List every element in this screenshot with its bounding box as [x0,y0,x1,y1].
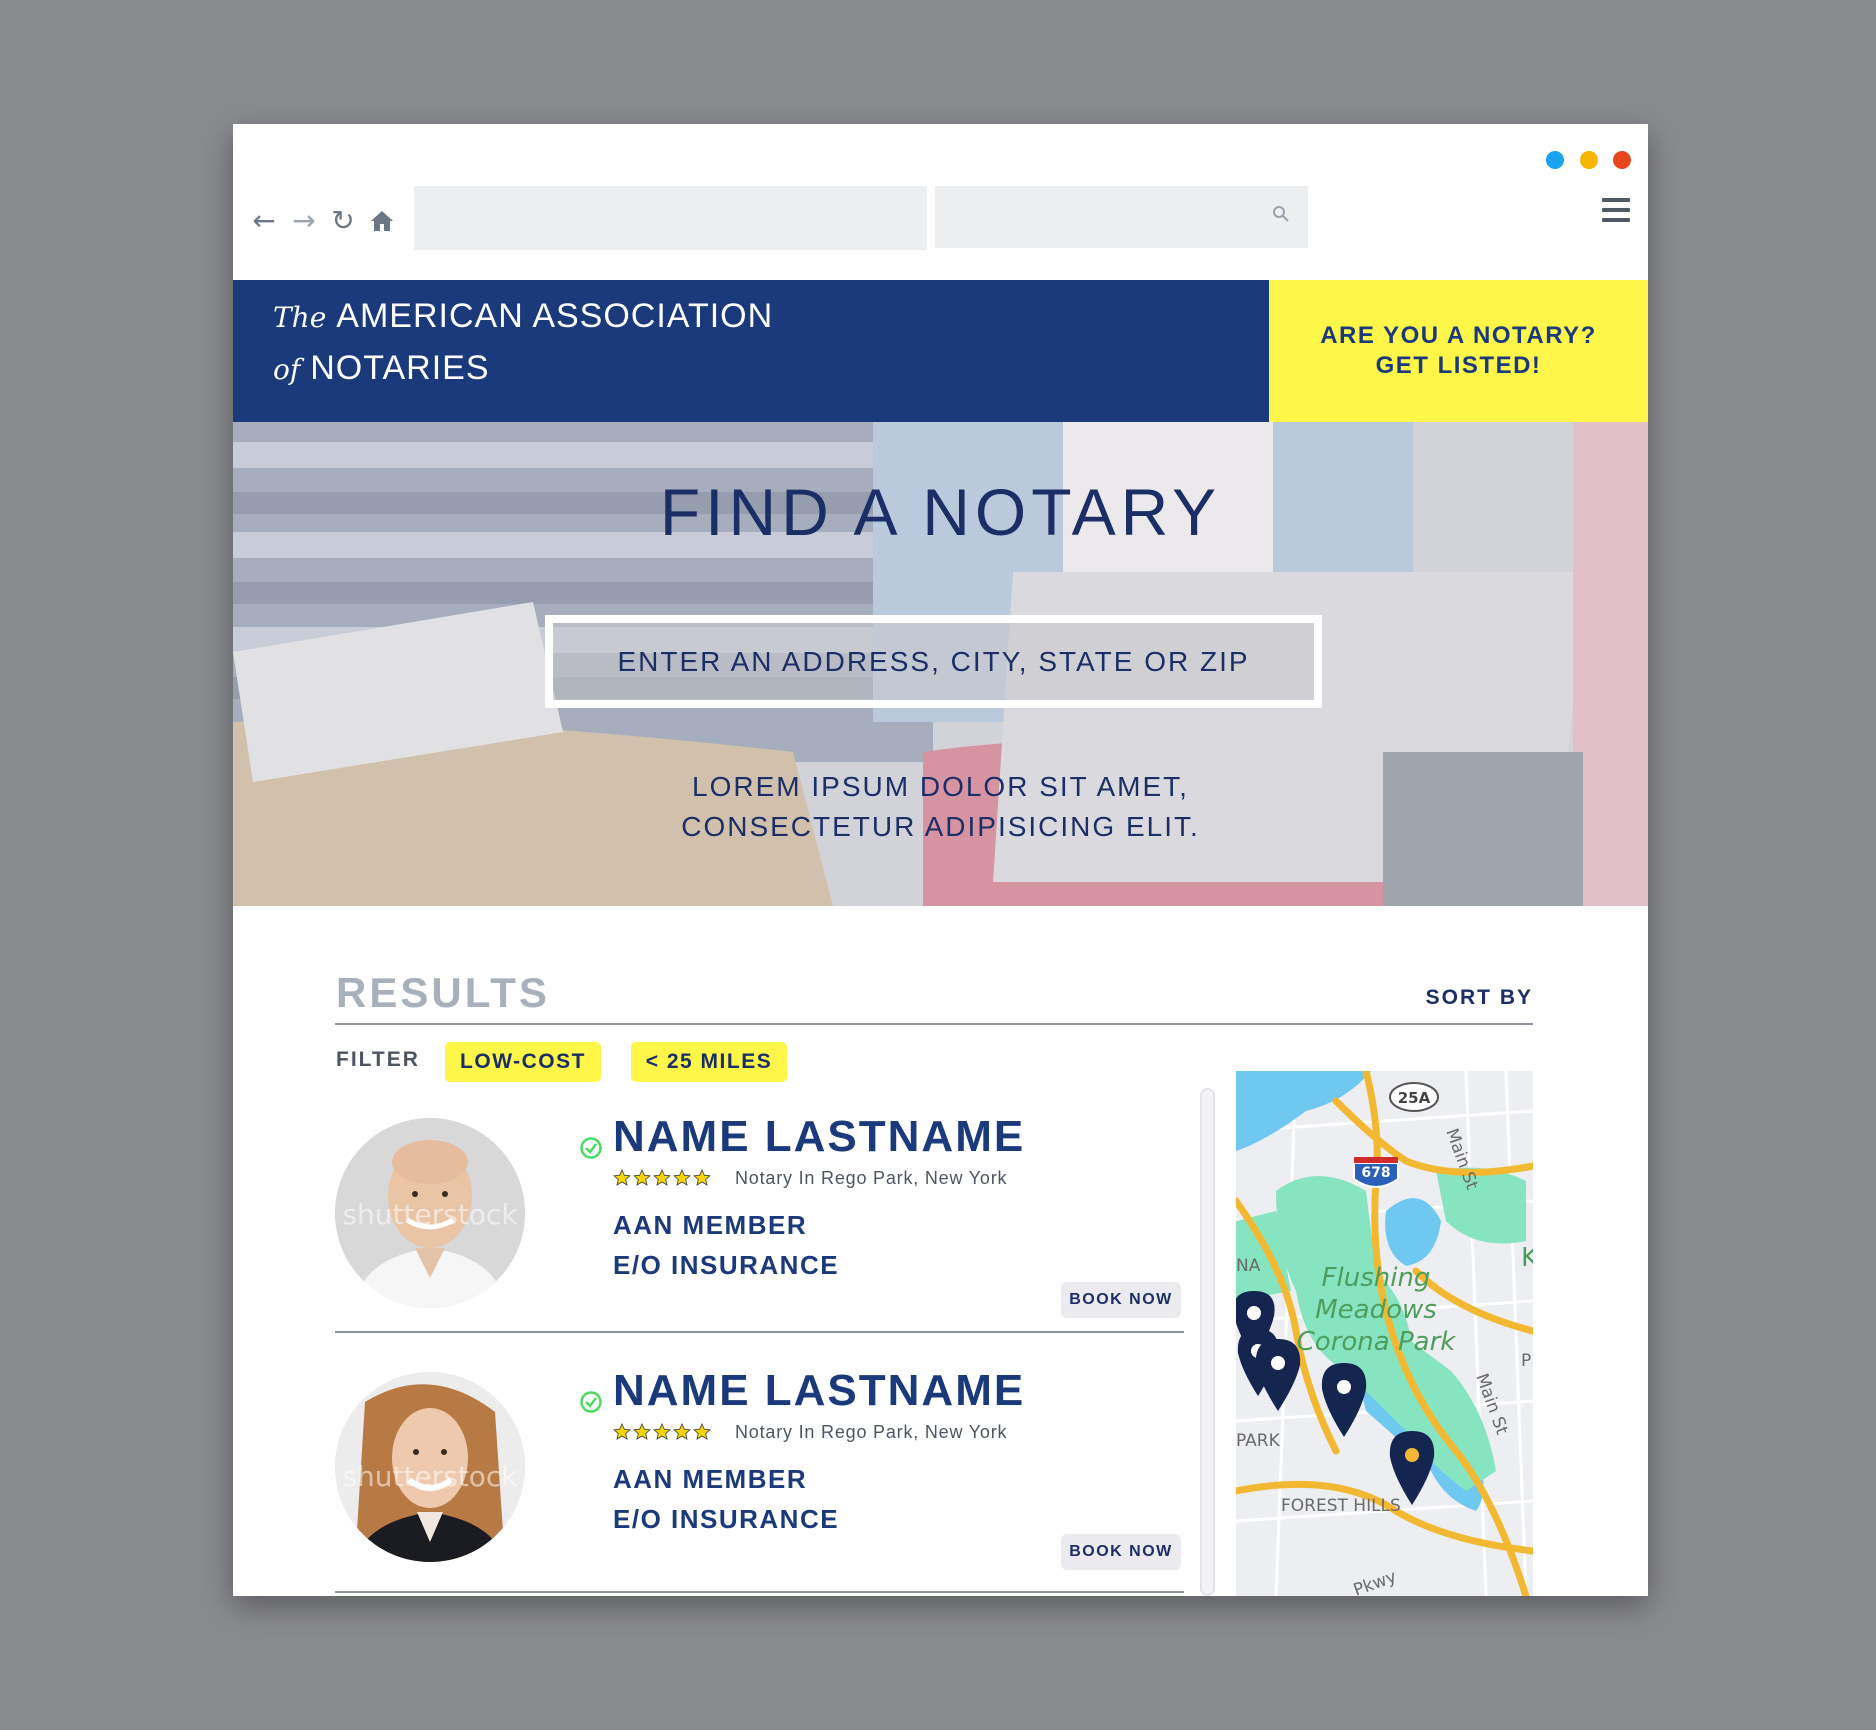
filter-label: FILTER [336,1048,420,1071]
logo-the: The [273,301,327,334]
cta-line-1: ARE YOU A NOTARY? [1320,322,1597,349]
book-now-button[interactable]: BOOK NOW [1061,1534,1181,1570]
hero-title: FIND A NOTARY [659,475,1222,549]
map-label-k: K [1521,1243,1533,1273]
back-arrow-icon[interactable]: ← [247,204,281,238]
map-label-park-1: Flushing [1322,1263,1431,1293]
shield-25a-label: 25A [1398,1089,1431,1107]
site-header: The AMERICAN ASSOCIATION of NOTARIES [233,280,1269,422]
hero-sub-line-1: LOREM IPSUM DOLOR SIT AMET, [692,771,1189,802]
cta-line-2: GET LISTED! [1375,352,1542,379]
results-scrollbar[interactable] [1200,1088,1215,1596]
location-search-input[interactable]: ENTER AN ADDRESS, CITY, STATE OR ZIP [545,615,1322,708]
browser-window: ← → ↻ The AMERICAN ASSOCIATION of NOTARIES… [233,124,1648,1596]
logo-line-2: NOTARIES [310,349,490,387]
verified-check-icon [580,1137,602,1159]
reload-icon[interactable]: ↻ [326,204,360,238]
map-label-forest-hills: FOREST HILLS [1281,1496,1401,1516]
browser-chrome: ← → ↻ [233,124,1648,280]
window-dot-yellow[interactable] [1580,151,1598,169]
route-shield-678: 678 [1353,1157,1399,1188]
result-location: Notary In Rego Park, New York [735,1422,1008,1442]
map-label-park-3: Corona Park [1297,1327,1457,1357]
shield-678-label: 678 [1361,1165,1390,1181]
rating-stars-icon [613,1423,711,1440]
stock-watermark: shutterstock [342,1198,518,1231]
map-label-p-edge: P [1521,1351,1531,1371]
row-divider [335,1331,1184,1333]
window-dot-blue[interactable] [1546,151,1564,169]
location-search-placeholder: ENTER AN ADDRESS, CITY, STATE OR ZIP [617,645,1250,677]
window-dot-red[interactable] [1613,151,1631,169]
logo-line-1: AMERICAN ASSOCIATION [336,297,774,335]
avatar: shutterstock [335,1118,525,1308]
site-logo[interactable]: The AMERICAN ASSOCIATION of NOTARIES [273,290,773,394]
tag-aan-member: AAN MEMBER [613,1464,808,1494]
results-title: RESULTS [336,969,550,1016]
map-label-park-2: Meadows [1315,1295,1437,1325]
results-divider [335,1023,1533,1025]
hamburger-menu-icon[interactable] [1602,198,1630,228]
hero-section: FIND A NOTARY ENTER AN ADDRESS, CITY, ST… [233,422,1648,906]
tag-aan-member: AAN MEMBER [613,1210,808,1240]
browser-search-bar[interactable] [935,186,1308,248]
filter-chip-low-cost[interactable]: LOW-COST [445,1042,601,1082]
magnifier-icon[interactable] [1268,203,1294,229]
home-icon[interactable] [365,204,399,238]
result-name[interactable]: NAME LASTNAME [613,1366,1025,1416]
map-label-park-edge: PARK [1236,1431,1281,1451]
result-name[interactable]: NAME LASTNAME [613,1112,1025,1162]
result-card[interactable]: shutterstock NAME LASTNAME Notary In Reg… [335,1366,1184,1572]
row-divider [335,1591,1184,1593]
tag-eo-insurance: E/O INSURANCE [613,1504,840,1534]
logo-of: of [273,353,301,386]
hero-subtitle: LOREM IPSUM DOLOR SIT AMET, CONSECTETUR … [233,767,1648,847]
stock-watermark: shutterstock [342,1460,518,1493]
forward-arrow-icon[interactable]: → [287,204,321,238]
map-label-na-edge: NA [1236,1256,1261,1276]
result-card[interactable]: shutterstock NAME LASTNAME Notary In Reg… [335,1112,1184,1318]
hero-sub-line-2: CONSECTETUR ADIPISICING ELIT. [681,811,1200,842]
get-listed-button[interactable]: ARE YOU A NOTARY? GET LISTED! [1269,280,1648,422]
route-shield-25a: 25A [1389,1082,1439,1112]
book-now-button[interactable]: BOOK NOW [1061,1282,1181,1318]
tag-eo-insurance: E/O INSURANCE [613,1250,840,1280]
rating-stars-icon [613,1169,711,1186]
results-map[interactable]: 25A 678 Flushing Meadows Corona Park K F… [1236,1071,1533,1596]
filter-chip-distance[interactable]: < 25 MILES [631,1042,787,1082]
url-bar[interactable] [414,186,927,250]
avatar: shutterstock [335,1372,525,1562]
sort-by-button[interactable]: SORT BY [1426,986,1533,1010]
verified-check-icon [580,1391,602,1413]
result-location: Notary In Rego Park, New York [735,1168,1008,1188]
